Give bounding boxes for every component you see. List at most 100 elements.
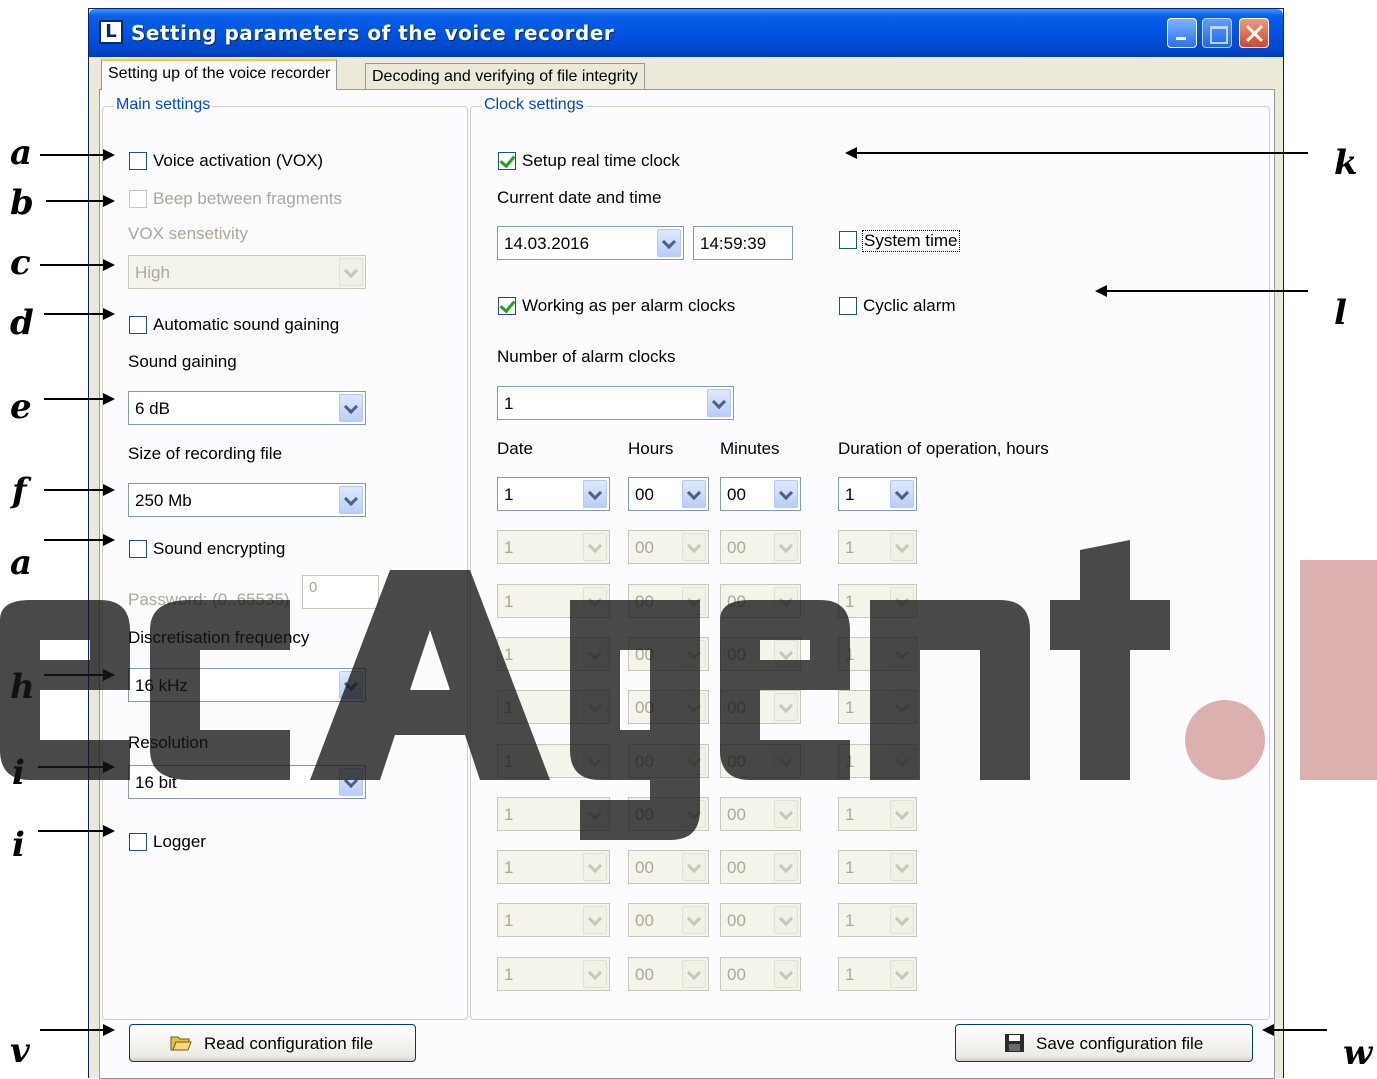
chevron-down-icon[interactable] xyxy=(774,587,798,615)
alarm-date-select[interactable]: 1 xyxy=(497,637,610,671)
chevron-down-icon[interactable] xyxy=(583,960,607,988)
alarm-minutes-select[interactable]: 00 xyxy=(720,903,801,937)
maximize-icon[interactable] xyxy=(1202,18,1232,48)
chevron-down-icon[interactable] xyxy=(774,960,798,988)
alarm-minutes-select[interactable]: 00 xyxy=(720,797,801,831)
alarm-minutes-select[interactable]: 00 xyxy=(720,584,801,618)
alarm-date-select[interactable]: 1 xyxy=(497,797,610,831)
chevron-down-icon[interactable] xyxy=(339,394,363,422)
chevron-down-icon[interactable] xyxy=(583,853,607,881)
chevron-down-icon[interactable] xyxy=(583,533,607,561)
chevron-down-icon[interactable] xyxy=(774,853,798,881)
alarm-date-select[interactable]: 1 xyxy=(497,903,610,937)
chevron-down-icon[interactable] xyxy=(890,800,914,828)
alarm-hours-select[interactable]: 00 xyxy=(628,690,709,724)
alarm-duration-select[interactable]: 1 xyxy=(838,530,917,564)
alarm-hours-select[interactable]: 00 xyxy=(628,637,709,671)
chevron-down-icon[interactable] xyxy=(774,533,798,561)
chevron-down-icon[interactable] xyxy=(682,693,706,721)
alarm-duration-select[interactable]: 1 xyxy=(838,637,917,671)
alarm-date-select[interactable]: 1 xyxy=(497,477,610,511)
alarm-hours-select[interactable]: 00 xyxy=(628,797,709,831)
alarm-hours-select[interactable]: 00 xyxy=(628,903,709,937)
chevron-down-icon[interactable] xyxy=(657,229,681,257)
resolution-select[interactable]: 16 bit xyxy=(128,765,366,799)
alarm-duration-select[interactable]: 1 xyxy=(838,744,917,778)
alarm-duration-select[interactable]: 1 xyxy=(838,903,917,937)
alarm-minutes-select[interactable]: 00 xyxy=(720,530,801,564)
chevron-down-icon[interactable] xyxy=(774,480,798,508)
num-alarms-select[interactable]: 1 xyxy=(497,386,734,420)
chevron-down-icon[interactable] xyxy=(583,800,607,828)
chevron-down-icon[interactable] xyxy=(339,671,363,699)
encrypting-checkbox[interactable] xyxy=(129,540,147,558)
chevron-down-icon[interactable] xyxy=(890,640,914,668)
alarm-duration-select[interactable]: 1 xyxy=(838,477,917,511)
tab-decoding-verifying[interactable]: Decoding and verifying of file integrity xyxy=(365,63,645,91)
chevron-down-icon[interactable] xyxy=(890,906,914,934)
beep-checkbox[interactable] xyxy=(129,190,147,208)
alarm-date-select[interactable]: 1 xyxy=(497,530,610,564)
alarm-hours-select[interactable]: 00 xyxy=(628,530,709,564)
auto-gain-checkbox[interactable] xyxy=(129,316,147,334)
system-time-checkbox[interactable] xyxy=(839,231,857,249)
alarm-duration-select[interactable]: 1 xyxy=(838,957,917,991)
chevron-down-icon[interactable] xyxy=(583,747,607,775)
chevron-down-icon[interactable] xyxy=(707,389,731,417)
alarm-minutes-select[interactable]: 00 xyxy=(720,477,801,511)
chevron-down-icon[interactable] xyxy=(774,906,798,934)
alarm-date-select[interactable]: 1 xyxy=(497,850,610,884)
chevron-down-icon[interactable] xyxy=(583,906,607,934)
chevron-down-icon[interactable] xyxy=(774,693,798,721)
chevron-down-icon[interactable] xyxy=(682,747,706,775)
chevron-down-icon[interactable] xyxy=(890,853,914,881)
chevron-down-icon[interactable] xyxy=(890,533,914,561)
alarm-duration-select[interactable]: 1 xyxy=(838,797,917,831)
alarm-minutes-select[interactable]: 00 xyxy=(720,637,801,671)
vox-sensitivity-select[interactable]: High xyxy=(128,255,366,289)
password-input[interactable]: 0 xyxy=(302,575,379,609)
file-size-select[interactable]: 250 Mb xyxy=(128,483,366,517)
alarm-minutes-select[interactable]: 00 xyxy=(720,744,801,778)
alarm-date-select[interactable]: 1 xyxy=(497,584,610,618)
chevron-down-icon[interactable] xyxy=(682,533,706,561)
save-config-button[interactable]: Save configuration file xyxy=(955,1024,1253,1062)
frequency-select[interactable]: 16 kHz xyxy=(128,668,366,702)
chevron-down-icon[interactable] xyxy=(774,800,798,828)
read-config-button[interactable]: Read configuration file xyxy=(129,1024,416,1062)
alarm-hours-select[interactable]: 00 xyxy=(628,584,709,618)
chevron-down-icon[interactable] xyxy=(890,747,914,775)
vox-checkbox[interactable] xyxy=(129,152,147,170)
close-icon[interactable] xyxy=(1239,18,1269,48)
alarm-duration-select[interactable]: 1 xyxy=(838,690,917,724)
chevron-down-icon[interactable] xyxy=(339,258,363,286)
alarm-mode-checkbox[interactable] xyxy=(498,297,516,315)
chevron-down-icon[interactable] xyxy=(682,906,706,934)
alarm-date-select[interactable]: 1 xyxy=(497,744,610,778)
alarm-duration-select[interactable]: 1 xyxy=(838,584,917,618)
time-input[interactable]: 14:59:39 xyxy=(693,226,793,260)
title-bar[interactable]: L Setting parameters of the voice record… xyxy=(89,9,1283,57)
chevron-down-icon[interactable] xyxy=(774,747,798,775)
cyclic-alarm-checkbox[interactable] xyxy=(839,297,857,315)
chevron-down-icon[interactable] xyxy=(890,480,914,508)
logger-checkbox[interactable] xyxy=(129,833,147,851)
chevron-down-icon[interactable] xyxy=(774,640,798,668)
chevron-down-icon[interactable] xyxy=(339,768,363,796)
chevron-down-icon[interactable] xyxy=(583,480,607,508)
chevron-down-icon[interactable] xyxy=(583,640,607,668)
chevron-down-icon[interactable] xyxy=(890,587,914,615)
alarm-hours-select[interactable]: 00 xyxy=(628,744,709,778)
sound-gaining-select[interactable]: 6 dB xyxy=(128,391,366,425)
alarm-hours-select[interactable]: 00 xyxy=(628,957,709,991)
alarm-date-select[interactable]: 1 xyxy=(497,690,610,724)
chevron-down-icon[interactable] xyxy=(682,800,706,828)
minimize-icon[interactable] xyxy=(1167,18,1197,48)
chevron-down-icon[interactable] xyxy=(583,693,607,721)
chevron-down-icon[interactable] xyxy=(682,587,706,615)
chevron-down-icon[interactable] xyxy=(339,486,363,514)
setup-rtc-checkbox[interactable] xyxy=(498,152,516,170)
date-picker[interactable]: 14.03.2016 xyxy=(497,226,684,260)
alarm-hours-select[interactable]: 00 xyxy=(628,477,709,511)
chevron-down-icon[interactable] xyxy=(682,960,706,988)
